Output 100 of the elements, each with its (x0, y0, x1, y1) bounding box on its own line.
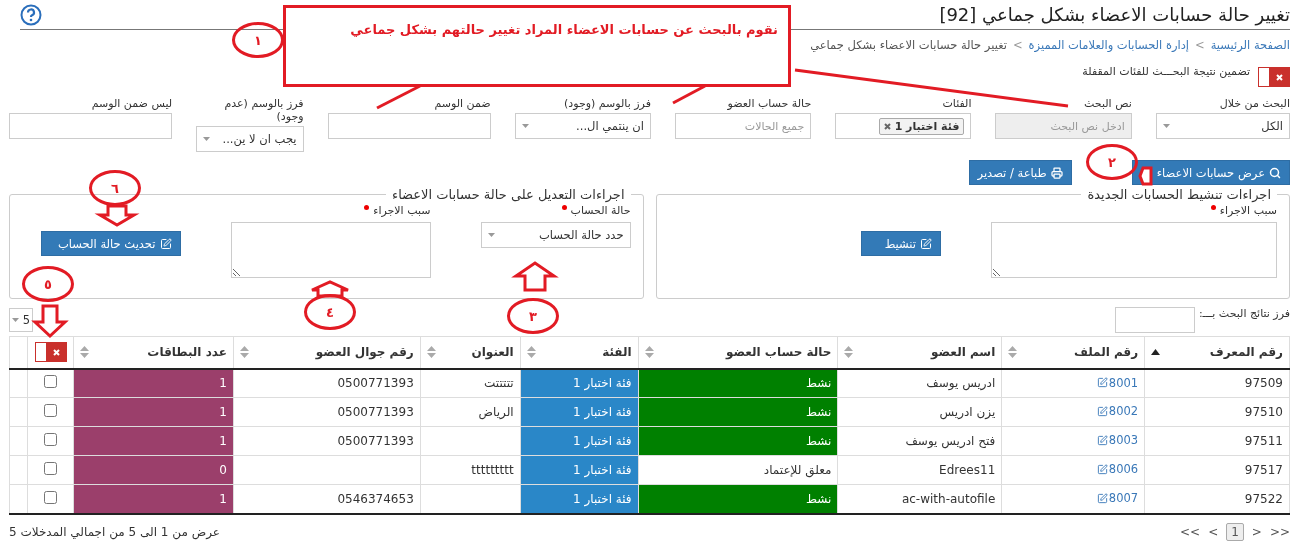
pagination-button[interactable]: >> (1269, 524, 1290, 539)
sort-icon[interactable] (239, 346, 249, 359)
category-cell: فئة اختبار 1 (520, 426, 639, 456)
sort-field[interactable] (1114, 307, 1195, 333)
breadcrumb-separator: > (1195, 38, 1205, 52)
column-header[interactable]: عدد البطاقات (73, 336, 234, 369)
help-icon[interactable] (20, 3, 42, 26)
edit-icon[interactable] (1096, 492, 1108, 504)
search-icon[interactable] (1269, 166, 1281, 179)
file-link[interactable]: 8003 (1096, 433, 1139, 448)
column-header[interactable]: العنوان (420, 336, 521, 369)
edit-icon[interactable] (1096, 463, 1108, 475)
breadcrumb-current: تغيير حالة حسابات الاعضاء بشكل جماعي (810, 38, 1007, 52)
table-cell: 0500771393 (233, 368, 421, 398)
block-arrow (1138, 166, 1153, 186)
row-checkbox[interactable] (44, 375, 58, 389)
field-label: ضمن الوسم (434, 97, 491, 110)
row-checkbox[interactable] (44, 404, 58, 417)
pagination-button[interactable]: << (1180, 524, 1201, 539)
field-label: الفئات (942, 97, 972, 110)
sort-icon[interactable] (526, 346, 536, 359)
row-checkbox[interactable] (44, 490, 58, 504)
field-label: حالة حساب العضو (727, 97, 812, 110)
column-header[interactable]: رقم جوال العضو (233, 336, 421, 369)
tags-field[interactable]: فئة اختبار 1 (835, 113, 972, 139)
block-arrow (310, 280, 350, 298)
field-label: سبب الاجراء (373, 204, 431, 217)
block-arrow (511, 261, 559, 292)
cards-cell: 1 (73, 426, 234, 456)
sort-icon[interactable] (1008, 346, 1018, 359)
toggle-switch[interactable] (1258, 67, 1290, 87)
caret-icon[interactable] (521, 124, 529, 128)
table-cell: 97510 (1144, 397, 1290, 427)
block-arrow (94, 204, 140, 227)
column-header[interactable]: اسم العضو (837, 336, 1002, 369)
caret-icon[interactable] (203, 137, 211, 141)
toggle-switch[interactable] (35, 342, 68, 363)
callout-number: ٦ (89, 170, 141, 206)
table-cell: فتح ادريس يوسف (837, 426, 1002, 456)
page-size-select[interactable]: 5 (9, 308, 33, 332)
cards-cell: 0 (73, 455, 234, 485)
file-link[interactable]: 8007 (1096, 491, 1139, 505)
row-checkbox[interactable] (44, 433, 58, 446)
column-header[interactable]: الفئة (520, 336, 639, 369)
input-field[interactable]: جميع الحالات (674, 113, 812, 139)
field-label: فرز بالوسم (عدم وجود) (223, 97, 304, 123)
input-field[interactable] (9, 113, 173, 139)
sort-icon[interactable] (644, 346, 654, 359)
sort-icon[interactable] (844, 346, 854, 359)
column-header[interactable]: حالة حساب العضو (638, 336, 838, 369)
print-button[interactable]: طباعة / تصدير (968, 160, 1072, 185)
sort-ascending-icon[interactable] (1151, 349, 1161, 356)
reason-field[interactable] (230, 222, 431, 278)
caret-icon[interactable] (1162, 124, 1170, 128)
update-status-button[interactable]: تحديث حالة الحساب (40, 231, 181, 256)
printer-icon[interactable] (1050, 166, 1063, 179)
callout-number: ٥ (22, 266, 74, 302)
input-field[interactable] (327, 113, 491, 139)
field-label: ليس ضمن الوسم (91, 97, 173, 110)
edit-icon[interactable] (1096, 405, 1108, 417)
status-cell: نشط (638, 397, 838, 427)
file-link[interactable]: 8002 (1096, 404, 1139, 419)
category-cell: فئة اختبار 1 (520, 484, 639, 514)
search-button[interactable]: عرض حسابات الاعضاء (1131, 160, 1290, 185)
breadcrumb-link[interactable]: إدارة الحسابات والعلامات المميزة (1028, 38, 1189, 52)
table-cell: الرياض (420, 397, 521, 427)
sort-icon[interactable] (426, 346, 436, 359)
close-icon[interactable] (883, 122, 891, 130)
pagination-button[interactable]: 1 (1226, 522, 1244, 541)
pagination-button[interactable]: > (1251, 524, 1262, 539)
table-cell: 97511 (1144, 426, 1290, 456)
activate-button[interactable]: تنشيط (861, 231, 941, 256)
row-checkbox[interactable] (44, 462, 58, 475)
sort-icon[interactable] (80, 346, 90, 359)
pagination-button[interactable]: < (1208, 524, 1219, 539)
select-field[interactable]: ان ينتمي ال... (514, 113, 651, 139)
breadcrumb-separator: > (1012, 38, 1023, 52)
leader-line (672, 84, 706, 105)
callout-number: ٣ (507, 298, 559, 334)
caret-icon[interactable] (487, 233, 495, 237)
reason-field[interactable] (991, 222, 1277, 278)
table-cell: 97509 (1144, 368, 1290, 398)
select-field[interactable]: الكل (1155, 113, 1290, 139)
column-header[interactable]: رقم الملف (1001, 336, 1145, 369)
breadcrumb-link[interactable]: الصفحة الرئيسية (1210, 38, 1290, 52)
callout-number: ٤ (304, 294, 356, 330)
caret-icon[interactable] (12, 318, 19, 322)
edit-icon[interactable] (1096, 377, 1108, 388)
panel-legend: اجراءات تنشيط الحسابات الجديدة (1081, 187, 1277, 202)
select-field[interactable]: حدد حالة الحساب (480, 222, 631, 248)
cards-cell: 1 (73, 484, 234, 514)
file-link[interactable]: 8006 (1096, 462, 1139, 477)
edit-icon[interactable] (1096, 434, 1108, 446)
select-field[interactable]: يجب ان لا ين... (196, 126, 304, 152)
field-label: حالة الحساب (570, 204, 631, 217)
column-header[interactable]: رقم المعرف (1144, 336, 1290, 369)
panel-legend: اجراءات التعديل على حالة حسابات الاعضاء (386, 187, 631, 202)
category-cell: فئة اختبار 1 (520, 368, 639, 398)
table-cell: Edrees11 (837, 455, 1002, 485)
file-link[interactable]: 8001 (1096, 375, 1139, 390)
